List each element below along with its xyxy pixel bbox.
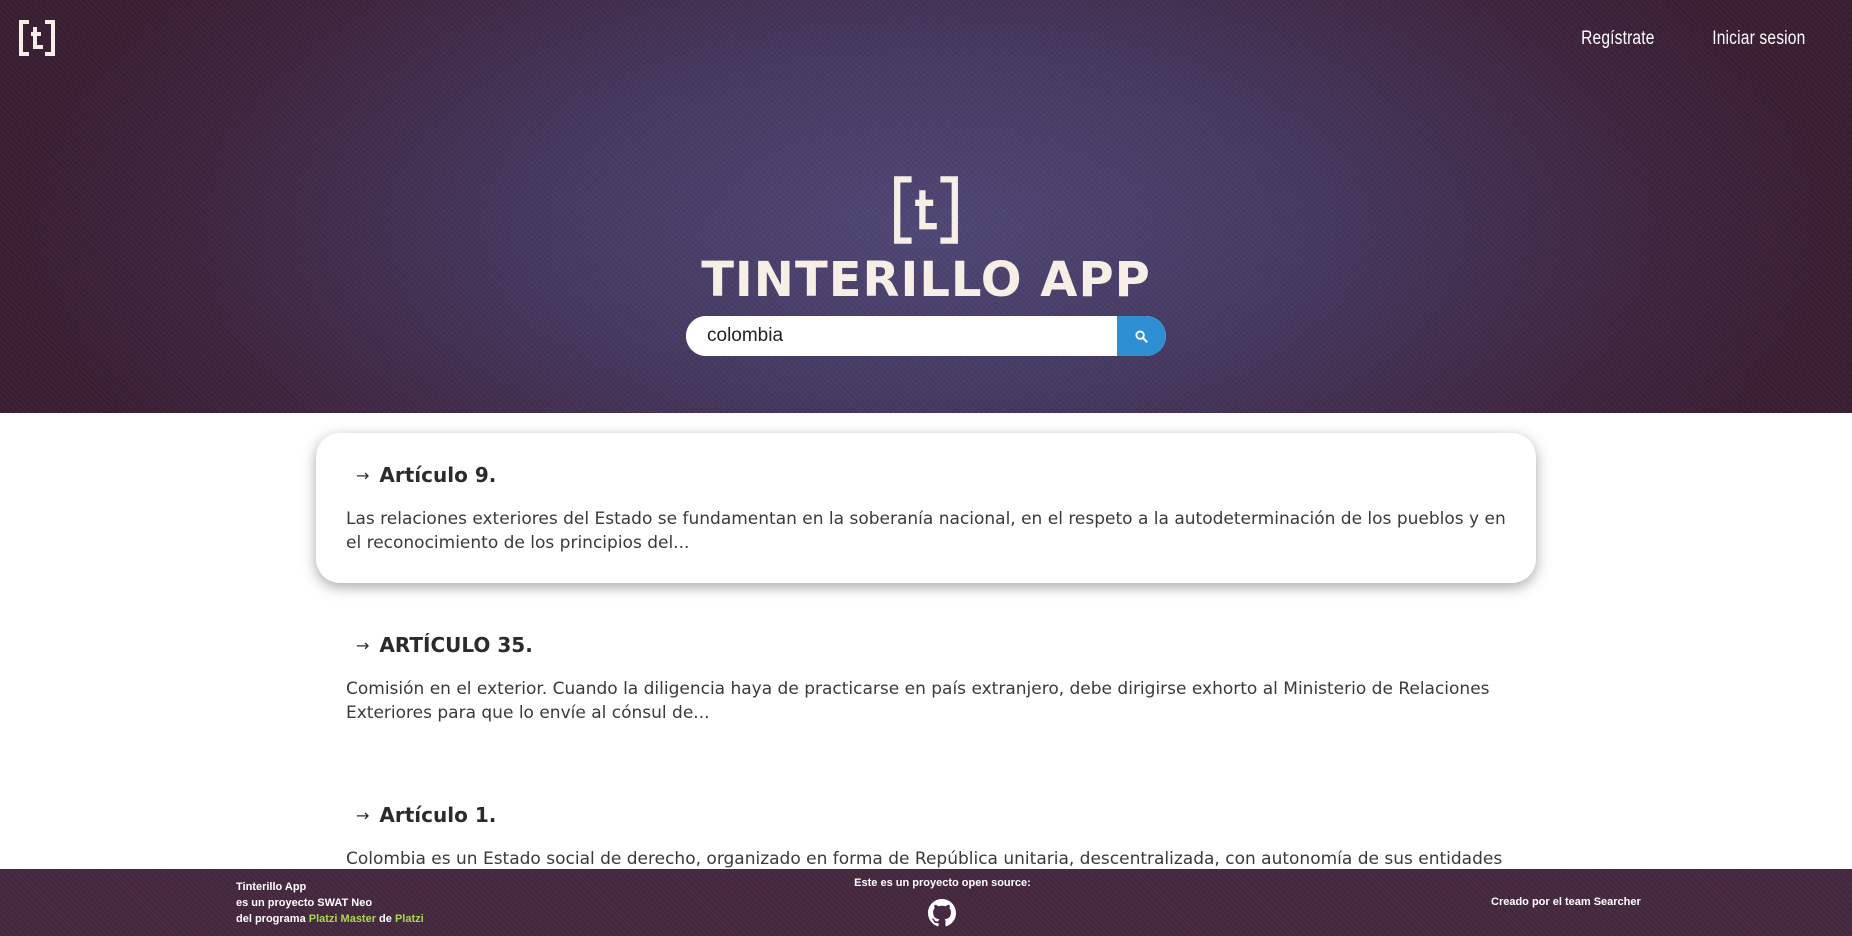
result-header: → Artículo 9.	[356, 463, 1506, 487]
app-title: TINTERILLO APP	[701, 252, 1151, 308]
result-snippet: Colombia es un Estado social de derecho,…	[346, 849, 1503, 869]
results-list: → Artículo 9. Las relaciones exteriores …	[316, 433, 1536, 936]
footer-program-mid: de	[376, 913, 395, 925]
arrow-right-icon: →	[356, 635, 370, 655]
result-title[interactable]: Artículo 9.	[379, 463, 496, 487]
footer-project-line: es un proyecto SWAT Neo	[236, 897, 373, 909]
result-card[interactable]: → Artículo 9. Las relaciones exteriores …	[316, 433, 1536, 583]
platzi-link[interactable]: Platzi	[395, 913, 424, 925]
result-title[interactable]: ARTÍCULO 35.	[379, 633, 532, 657]
tinterillo-logo-icon[interactable]	[17, 18, 57, 58]
search-icon	[1135, 329, 1148, 343]
result-header: → ARTÍCULO 35.	[356, 633, 1506, 657]
team-credit: Creado por el team Searcher	[1491, 896, 1641, 908]
result-title[interactable]: Artículo 1.	[379, 803, 496, 827]
tinterillo-logo-large-icon	[894, 176, 958, 244]
arrow-right-icon: →	[356, 465, 370, 485]
github-icon[interactable]	[928, 899, 956, 927]
top-nav: Regístrate Iniciar sesion	[1573, 28, 1816, 50]
footer-open-source: Este es un proyecto open source:	[0, 877, 1852, 889]
open-source-text: Este es un proyecto open source:	[854, 877, 1031, 889]
footer-program-prefix: del programa	[236, 913, 309, 925]
search-bar	[686, 316, 1166, 356]
result-snippet: Las relaciones exteriores del Estado se …	[346, 509, 1506, 553]
page-footer: Tinterillo App es un proyecto SWAT Neo d…	[0, 869, 1852, 936]
login-link[interactable]: Iniciar sesion	[1713, 28, 1806, 50]
result-header: → Artículo 1.	[356, 803, 1506, 827]
footer-team: Creado por el team Searcher	[1491, 896, 1641, 908]
result-snippet: Comisión en el exterior. Cuando la dilig…	[346, 679, 1490, 723]
register-link[interactable]: Regístrate	[1581, 28, 1655, 50]
platzi-master-link[interactable]: Platzi Master	[309, 913, 376, 925]
arrow-right-icon: →	[356, 805, 370, 825]
hero-header: Regístrate Iniciar sesion TINTERILLO APP	[0, 0, 1852, 413]
result-card[interactable]: → ARTÍCULO 35. Comisión en el exterior. …	[316, 603, 1536, 753]
search-input[interactable]	[686, 316, 1117, 356]
search-button[interactable]	[1117, 316, 1166, 356]
